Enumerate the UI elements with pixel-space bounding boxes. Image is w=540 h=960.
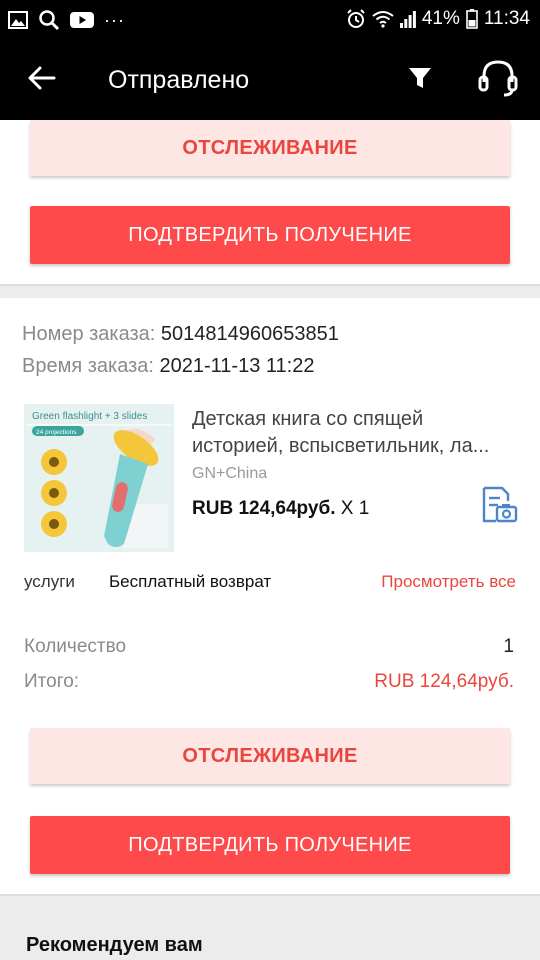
quantity-label: Количество [24, 636, 127, 657]
document-camera-icon [482, 486, 518, 523]
photo-review-button[interactable] [478, 485, 518, 525]
clock: 11:34 [483, 8, 530, 29]
tracking-button[interactable]: ОТСЛЕЖИВАНИЕ [30, 120, 510, 176]
signal-icon [399, 10, 416, 28]
product-price: RUB 124,64руб. [192, 498, 336, 519]
order-number-value[interactable]: 5014814960653851 [161, 323, 339, 345]
product-quantity: X 1 [340, 498, 370, 519]
filter-icon [409, 68, 431, 88]
product-seller: GN+China [192, 465, 268, 482]
quantity-value: 1 [503, 636, 514, 657]
order-card [0, 298, 540, 896]
product-title-line-1: Детская книга со спящей [192, 408, 424, 430]
services-value: Бесплатный возврат [109, 572, 272, 591]
support-button[interactable] [476, 58, 520, 98]
status-system: 41% 11:34 [346, 8, 530, 30]
youtube-icon [70, 11, 94, 29]
page-title: Отправлено [108, 66, 250, 94]
quantity-row: Количество 1 [0, 634, 540, 660]
services-label: услуги [24, 572, 75, 591]
order-number-row: Номер заказа: 5014814960653851 [22, 322, 339, 346]
search-icon [38, 9, 60, 31]
previous-order-card: ОТСЛЕЖИВАНИЕ ПОДТВЕРДИТЬ ПОЛУЧЕНИЕ [0, 120, 540, 286]
product-price-row: RUB 124,64руб. X 1 [192, 497, 369, 521]
product-image[interactable]: Green flashlight + 3 slides 24 projectio… [24, 404, 174, 552]
order-time-row: Время заказа: 2021-11-13 11:22 [22, 354, 314, 378]
status-bar: ··· 41% 11:34 [0, 0, 540, 38]
filter-button[interactable] [404, 62, 436, 94]
order-time-value: 2021-11-13 11:22 [159, 355, 315, 377]
image-caption: Green flashlight + 3 slides [32, 411, 147, 422]
product-title[interactable]: Детская книга со спящей историей, вспысв… [192, 406, 512, 460]
status-notifications: ··· [8, 9, 125, 31]
total-row: Итого: RUB 124,64руб. [0, 669, 540, 695]
battery-icon [466, 9, 478, 29]
order-time-label: Время заказа: [22, 355, 154, 377]
app-bar: Отправлено [0, 38, 540, 120]
battery-percent: 41% [421, 8, 460, 29]
product-title-line-2: историей, вспысветильник, ла... [192, 435, 490, 457]
image-badge: 24 projections [36, 429, 77, 436]
order-number-label: Номер заказа: [22, 323, 156, 345]
recommendations-heading: Рекомендуем вам [26, 934, 203, 956]
total-value: RUB 124,64руб. [374, 671, 514, 692]
headset-icon [478, 60, 518, 97]
more-notifications-indicator: ··· [104, 10, 125, 30]
confirm-receipt-button[interactable]: ПОДТВЕРДИТЬ ПОЛУЧЕНИЕ [30, 206, 510, 264]
wifi-icon [372, 10, 394, 28]
tracking-button[interactable]: ОТСЛЕЖИВАНИЕ [30, 728, 510, 784]
confirm-receipt-button[interactable]: ПОДТВЕРДИТЬ ПОЛУЧЕНИЕ [30, 816, 510, 874]
arrow-left-icon [28, 66, 56, 90]
alarm-icon [346, 9, 366, 29]
total-label: Итого: [24, 671, 80, 692]
gallery-icon [8, 11, 28, 29]
view-all-link[interactable]: Просмотреть все [381, 570, 516, 594]
back-button[interactable] [26, 62, 58, 94]
services-row: услуги Бесплатный возврат Просмотреть вс… [0, 570, 540, 594]
